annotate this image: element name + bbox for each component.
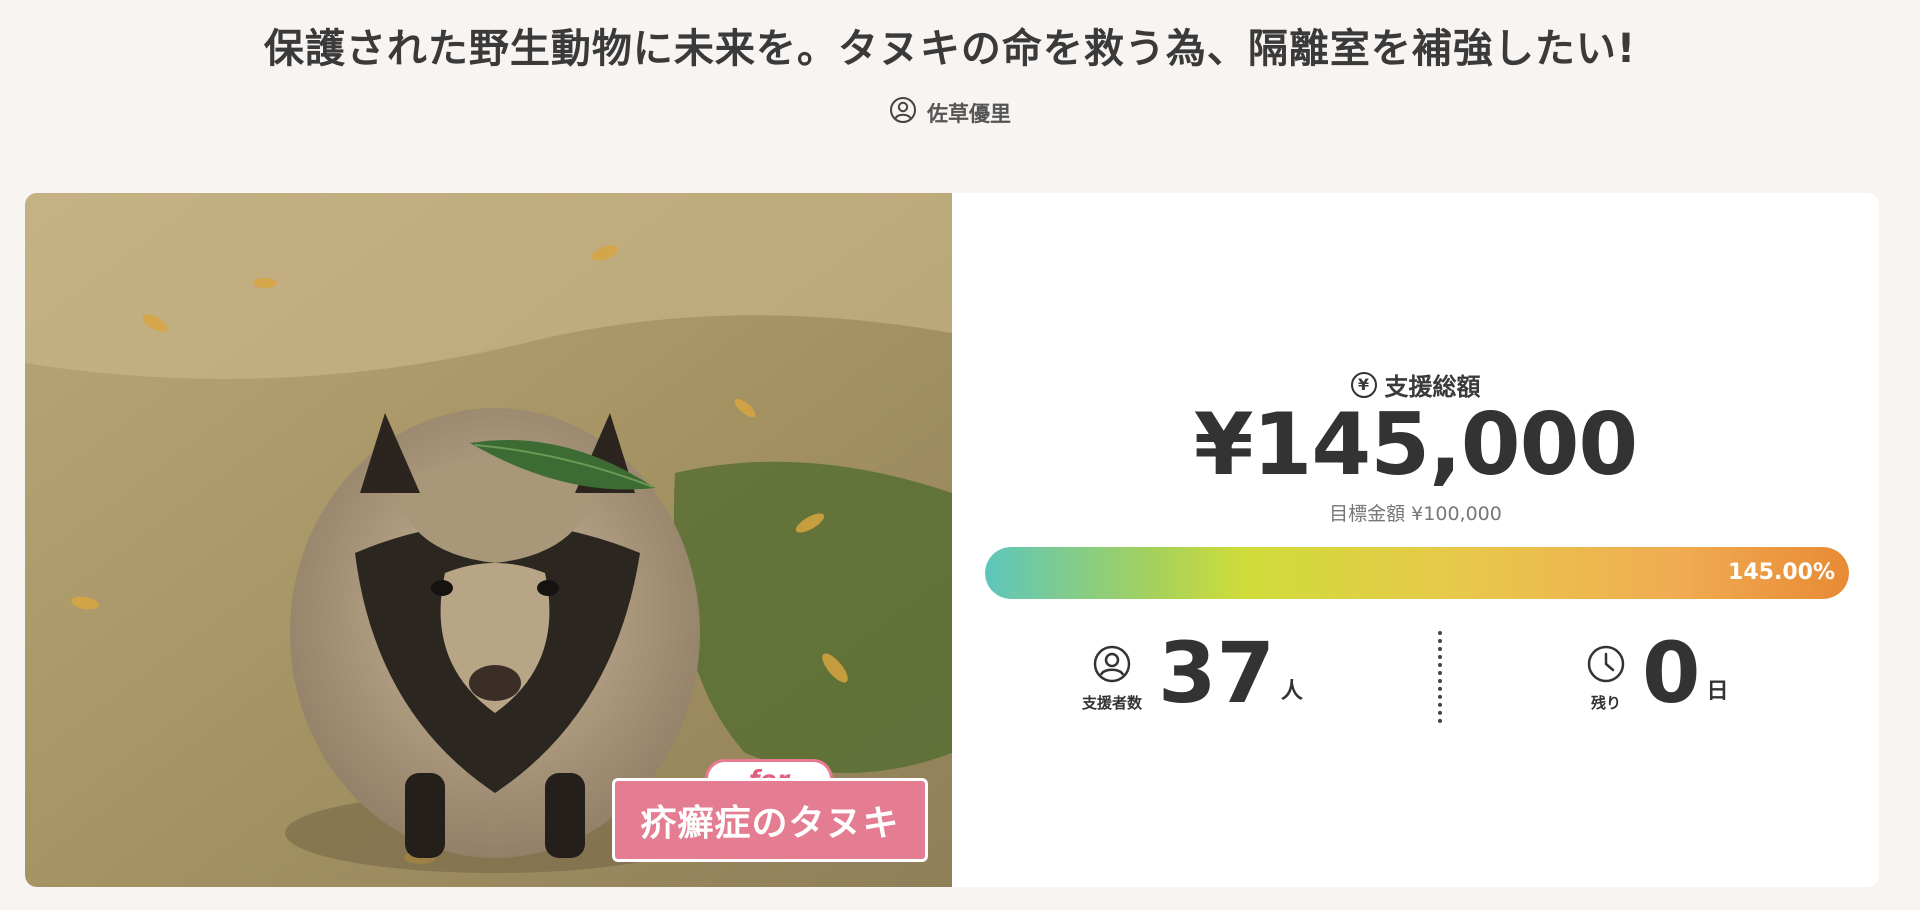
supporters-unit: 人 — [1280, 679, 1303, 704]
subject-tag: 疥癬症のタヌキ — [612, 778, 928, 862]
remaining-label: 残り — [1590, 694, 1621, 712]
progress-fill — [985, 547, 1849, 599]
author-row[interactable]: 佐草優里 — [0, 96, 1900, 129]
user-circle-icon — [889, 96, 917, 129]
page-title: 保護された野生動物に未来を。タヌキの命を救う為、隔離室を補強したい! — [263, 26, 1637, 72]
clock-icon — [1586, 644, 1626, 688]
goal-amount: 目標金額 ¥100,000 — [1329, 503, 1502, 525]
remaining-days: 0 — [1642, 624, 1701, 722]
remaining-unit: 日 — [1706, 679, 1729, 704]
stats-divider — [1438, 631, 1442, 723]
supporters-stat: 支援者数 37 人 — [1082, 623, 1303, 723]
funding-panel: ¥ 支援総額 ¥145,000 目標金額 ¥100,000 145.00% 支援… — [952, 193, 1879, 887]
author-name: 佐草優里 — [927, 101, 1011, 126]
total-amount: ¥145,000 — [1193, 395, 1639, 495]
progress-bar: 145.00% — [985, 547, 1849, 599]
supporters-count: 37 — [1158, 624, 1275, 722]
yen-circle-icon: ¥ — [1350, 371, 1377, 398]
stats-row: 支援者数 37 人 残り 0 日 — [952, 623, 1879, 723]
project-card: for 疥癬症のタヌキ ¥ 支援総額 ¥145,000 目標金額 ¥100,00… — [25, 193, 1879, 887]
remaining-stat: 残り 0 日 — [1586, 623, 1728, 723]
supporters-label: 支援者数 — [1082, 694, 1143, 712]
progress-percent: 145.00% — [1728, 560, 1835, 585]
project-photo: for 疥癬症のタヌキ — [25, 193, 952, 887]
user-circle-icon — [1092, 644, 1132, 688]
